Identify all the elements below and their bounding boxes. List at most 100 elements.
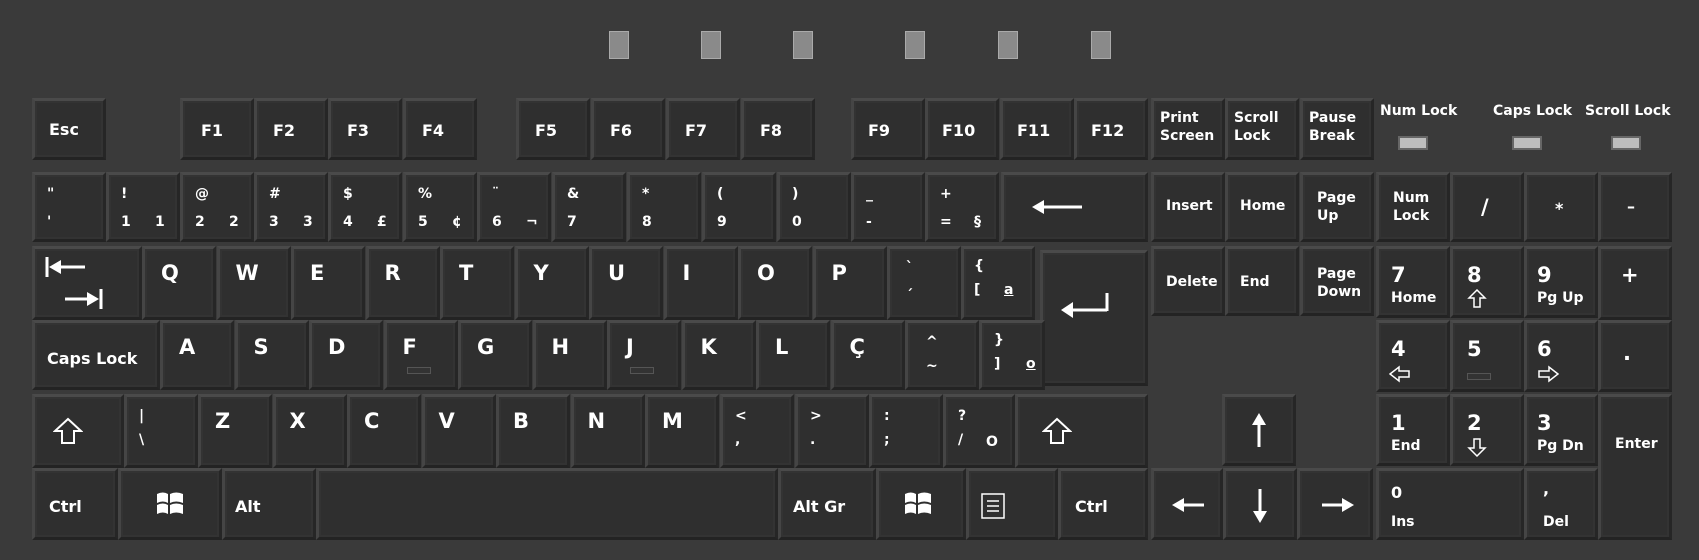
key-left-windows[interactable] [118, 468, 222, 540]
key-backspace[interactable] [1001, 172, 1148, 242]
key-letter-q[interactable]: Q [142, 246, 216, 320]
key-letter-a[interactable]: A [160, 320, 234, 390]
key-letter-o[interactable]: O [738, 246, 812, 320]
key-numpad-divide[interactable]: / [1450, 172, 1524, 242]
key-letter-z[interactable]: Z [198, 394, 272, 468]
key-letter-ç[interactable]: Ç [830, 320, 905, 390]
key-num-lock[interactable]: Num Lock [1376, 172, 1450, 242]
key-row1-9[interactable]: (9 [702, 172, 776, 242]
key-menu[interactable] [966, 468, 1058, 540]
key-letter-w[interactable]: W [216, 246, 291, 320]
key-letter-c[interactable]: C [347, 394, 421, 468]
key-semicolon[interactable]: :; [869, 394, 943, 468]
key-left-alt[interactable]: Alt [222, 468, 316, 540]
key-row1-10[interactable]: ) 0 [777, 172, 851, 242]
key-letter-l[interactable]: L [756, 320, 830, 390]
key-letter-r[interactable]: R [365, 246, 440, 320]
key-arrow-left[interactable] [1151, 468, 1223, 540]
key-f6[interactable]: F6 [591, 98, 665, 160]
key-left-shift[interactable] [32, 394, 124, 468]
key-esc[interactable]: Esc [32, 98, 106, 160]
key-home[interactable]: Home [1225, 172, 1299, 242]
key-f2[interactable]: F2 [254, 98, 328, 160]
key-caps-lock[interactable]: Caps Lock [32, 320, 160, 390]
key-row1-11[interactable]: _ - [851, 172, 925, 242]
key-letter-d[interactable]: D [309, 320, 383, 390]
key-row1-7[interactable]: & 7 [552, 172, 626, 242]
key-arrow-right[interactable] [1297, 468, 1373, 540]
key-alt-gr[interactable]: Alt Gr [778, 468, 876, 540]
key-f3[interactable]: F3 [328, 98, 402, 160]
key-enter[interactable] [1040, 250, 1148, 386]
key-pause-break[interactable]: Pause Break [1300, 98, 1374, 160]
key-period[interactable]: >. [795, 394, 869, 468]
key-letter-x[interactable]: X [272, 394, 347, 468]
key-delete[interactable]: Delete [1151, 246, 1225, 316]
key-numpad-8[interactable]: 8 [1450, 246, 1524, 318]
key-letter-t[interactable]: T [440, 246, 514, 320]
key-arrow-up[interactable] [1222, 394, 1296, 466]
key-page-up[interactable]: Page Up [1300, 172, 1374, 242]
key-row1-0[interactable]: " ' [32, 172, 106, 242]
key-numpad-9[interactable]: 9 Pg Up [1524, 246, 1598, 318]
key-f5[interactable]: F5 [516, 98, 590, 160]
key-tilde[interactable]: ^ ~ [905, 320, 979, 390]
key-letter-k[interactable]: K [681, 320, 756, 390]
key-numpad-1[interactable]: 1 End [1376, 394, 1450, 466]
key-row1-5[interactable]: % 5 ¢ [403, 172, 477, 242]
key-row1-1[interactable]: ! 1 1 [106, 172, 180, 242]
key-acute[interactable]: ` ´ [887, 246, 961, 320]
key-numpad-5[interactable]: 5 [1450, 320, 1524, 392]
key-numpad-3[interactable]: 3 Pg Dn [1524, 394, 1598, 466]
key-numpad-4[interactable]: 4 [1376, 320, 1450, 392]
key-page-down[interactable]: Page Down [1300, 246, 1374, 316]
key-f10[interactable]: F10 [925, 98, 999, 160]
key-space[interactable] [316, 468, 778, 540]
key-letter-m[interactable]: M [645, 394, 719, 468]
key-tab[interactable] [32, 246, 142, 320]
key-letter-p[interactable]: P [812, 246, 887, 320]
key-numpad-enter[interactable]: Enter [1598, 394, 1672, 540]
key-letter-g[interactable]: G [458, 320, 532, 390]
key-row1-6[interactable]: ¨ 6 ¬ [477, 172, 551, 242]
key-f11[interactable]: F11 [1000, 98, 1074, 160]
key-letter-u[interactable]: U [589, 246, 663, 320]
key-letter-b[interactable]: B [496, 394, 570, 468]
key-f8[interactable]: F8 [741, 98, 815, 160]
key-letter-n[interactable]: N [570, 394, 645, 468]
key-row1-3[interactable]: #3 3 [254, 172, 328, 242]
key-slash[interactable]: ? / O [943, 394, 1015, 468]
key-right-ctrl[interactable]: Ctrl [1058, 468, 1148, 540]
key-row1-8[interactable]: * 8 [627, 172, 701, 242]
key-f1[interactable]: F1 [180, 98, 254, 160]
key-letter-e[interactable]: E [291, 246, 365, 320]
key-numpad-multiply[interactable]: * [1524, 172, 1598, 242]
key-left-ctrl[interactable]: Ctrl [32, 468, 118, 540]
key-brace-close[interactable]: }] o [979, 320, 1045, 390]
key-numpad-dot-top[interactable]: . [1598, 320, 1672, 392]
key-row1-12[interactable]: + = § [925, 172, 999, 242]
key-right-windows[interactable] [876, 468, 966, 540]
key-letter-j[interactable]: J [607, 320, 681, 390]
key-print-screen[interactable]: Print Screen [1151, 98, 1225, 160]
key-letter-i[interactable]: I [663, 246, 738, 320]
key-letter-v[interactable]: V [421, 394, 496, 468]
key-numpad-decimal[interactable]: , Del [1524, 468, 1598, 540]
key-end[interactable]: End [1225, 246, 1299, 316]
key-scroll-lock[interactable]: Scroll Lock [1225, 98, 1299, 160]
key-f12[interactable]: F12 [1074, 98, 1148, 160]
key-comma[interactable]: <, [720, 394, 794, 468]
key-letter-h[interactable]: H [532, 320, 607, 390]
key-letter-y[interactable]: Y [514, 246, 589, 320]
key-arrow-down[interactable] [1223, 468, 1297, 540]
key-insert[interactable]: Insert [1151, 172, 1225, 242]
key-letter-f[interactable]: F [383, 320, 458, 390]
key-brace-open[interactable]: {[a [961, 246, 1035, 320]
key-f4[interactable]: F4 [403, 98, 477, 160]
key-numpad-7[interactable]: 7 Home [1376, 246, 1450, 318]
key-pipe[interactable]: | \ [124, 394, 198, 468]
key-numpad-6[interactable]: 6 [1524, 320, 1598, 392]
key-numpad-plus[interactable]: + [1598, 246, 1672, 320]
key-right-shift[interactable] [1015, 394, 1148, 468]
key-f9[interactable]: F9 [851, 98, 925, 160]
